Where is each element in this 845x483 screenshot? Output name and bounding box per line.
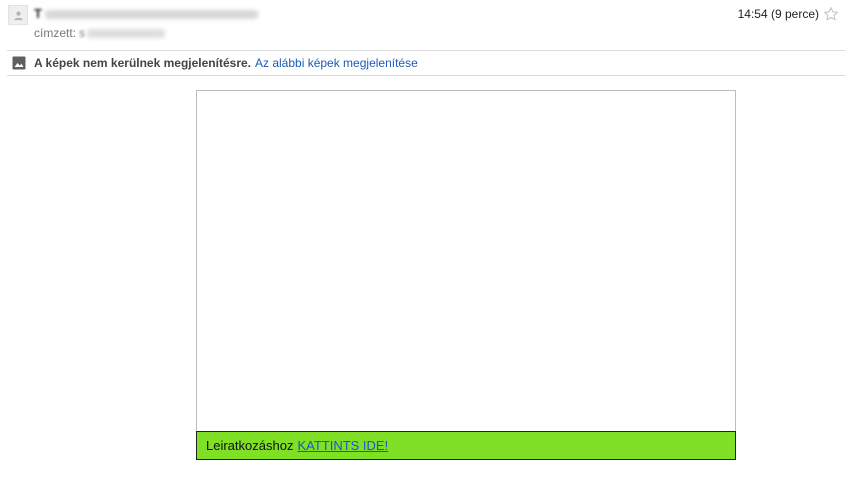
person-icon bbox=[14, 11, 23, 21]
recipient-label: címzett: bbox=[34, 26, 77, 40]
recipient-line[interactable]: címzett: s bbox=[34, 25, 166, 41]
email-view: T címzett: s 14:54 (9 perce) A képek nem… bbox=[0, 0, 845, 483]
star-icon[interactable] bbox=[823, 6, 839, 22]
unsubscribe-bar: Leiratkozáshoz KATTINTS IDE! bbox=[196, 431, 736, 460]
email-content-area bbox=[196, 90, 736, 432]
unsubscribe-text: Leiratkozáshoz bbox=[206, 438, 294, 453]
sender-initial: T bbox=[34, 6, 42, 21]
unsubscribe-link[interactable]: KATTINTS IDE! bbox=[297, 438, 388, 453]
sender-name[interactable]: T bbox=[34, 7, 258, 21]
recipient-redacted bbox=[87, 28, 166, 38]
sender-avatar[interactable] bbox=[8, 5, 28, 25]
images-hidden-banner: A képek nem kerülnek megjelenítésre. Az … bbox=[7, 50, 845, 76]
recipient-initial: s bbox=[79, 26, 86, 40]
sender-redacted bbox=[44, 9, 258, 19]
show-images-link[interactable]: Az alábbi képek megjelenítése bbox=[255, 56, 418, 70]
image-icon bbox=[12, 56, 26, 70]
images-hidden-notice: A képek nem kerülnek megjelenítésre. bbox=[34, 56, 251, 70]
message-time: 14:54 (9 perce) bbox=[737, 7, 819, 21]
